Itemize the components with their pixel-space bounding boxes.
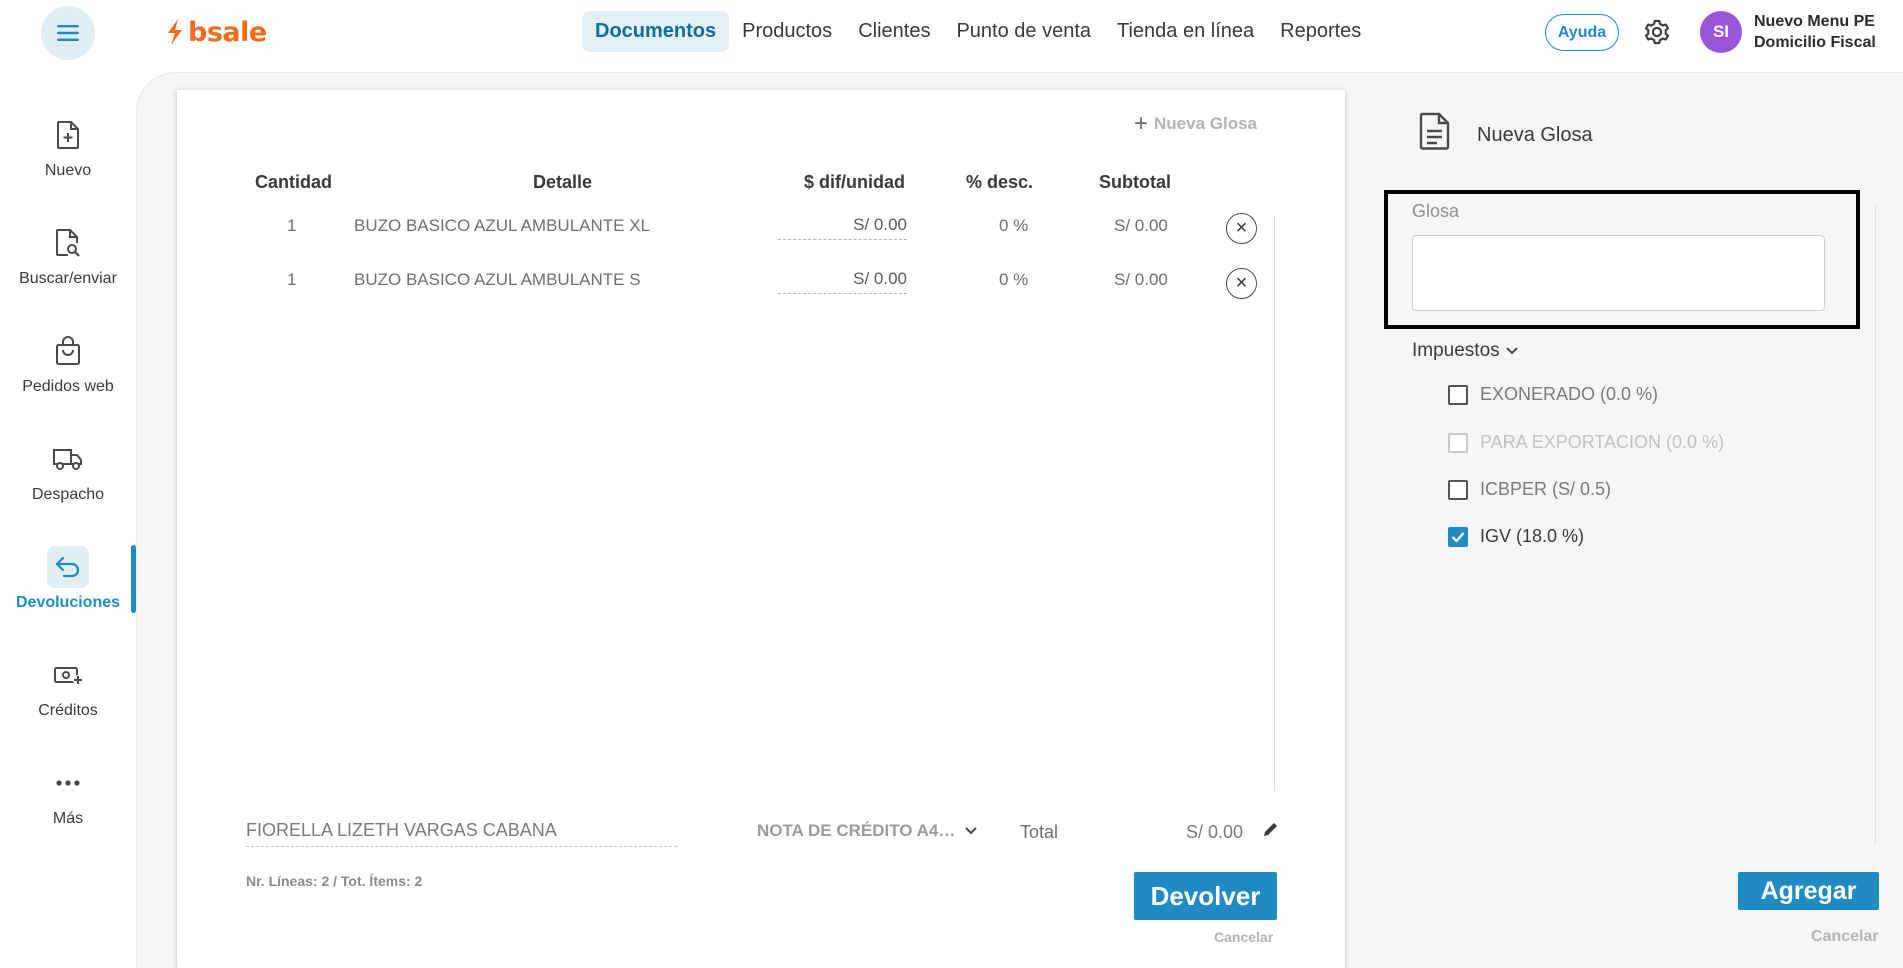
- truck-icon: [47, 438, 89, 480]
- checkbox[interactable]: [1448, 526, 1468, 547]
- unit-diff-input[interactable]: S/ 0.00: [778, 264, 907, 294]
- new-glosa-link[interactable]: + Nueva Glosa: [1134, 112, 1257, 136]
- col-header-detalle: Detalle: [533, 172, 593, 192]
- tax-label: EXONERADO (0.0 %): [1480, 384, 1659, 404]
- nav-clientes[interactable]: Clientes: [845, 11, 943, 52]
- tax-label: IGV (18.0 %): [1480, 526, 1585, 546]
- plus-icon: +: [1134, 110, 1149, 137]
- sidebar-item-label: Buscar/enviar: [19, 270, 117, 287]
- sidebar-item-devoluciones[interactable]: Devoluciones: [0, 546, 136, 636]
- tax-option-para-exportacion: PARA EXPORTACION (0.0 %): [1448, 432, 1724, 453]
- devolver-button[interactable]: Devolver: [1134, 872, 1277, 920]
- sidebar-item-creditos[interactable]: Créditos: [0, 654, 136, 744]
- tax-label: PARA EXPORTACION (0.0 %): [1480, 432, 1725, 452]
- row-subtotal: S/ 0.00: [1114, 216, 1168, 235]
- client-input[interactable]: FIORELLA LIZETH VARGAS CABANA: [246, 820, 677, 847]
- agregar-button[interactable]: Agregar: [1738, 872, 1879, 910]
- bsale-logo[interactable]: bsale: [166, 14, 267, 50]
- file-plus-icon: [47, 114, 89, 156]
- document-type-select[interactable]: NOTA DE CRÉDITO A4…: [757, 821, 978, 841]
- sidebar-item-label: Más: [52, 810, 84, 827]
- row-detail: BUZO BASICO AZUL AMBULANTE S: [354, 270, 641, 289]
- new-glosa-label: Nueva Glosa: [1154, 114, 1258, 133]
- document-icon: [1419, 112, 1450, 150]
- top-bar: bsale Documentos Productos Clientes Punt…: [0, 0, 1903, 64]
- row-subtotal: S/ 0.00: [1114, 270, 1168, 289]
- money-plus-icon: [47, 654, 89, 696]
- close-icon: ×: [1235, 272, 1248, 294]
- cancel-panel-button[interactable]: Cancelar: [1811, 928, 1879, 946]
- sidebar-item-mas[interactable]: Más: [0, 762, 136, 852]
- hamburger-icon: [57, 25, 79, 41]
- sidebar-item-label: Pedidos web: [22, 378, 114, 395]
- checkbox: [1448, 432, 1468, 453]
- col-header-dif-unidad: $ dif/unidad: [804, 172, 905, 192]
- checkbox[interactable]: [1448, 384, 1468, 405]
- hamburger-menu-button[interactable]: [41, 6, 95, 60]
- row-qty: 1: [287, 216, 297, 235]
- col-header-cantidad: Cantidad: [255, 172, 333, 192]
- sidebar-item-nuevo[interactable]: Nuevo: [0, 114, 136, 204]
- sidebar-item-despacho[interactable]: Despacho: [0, 438, 136, 528]
- help-button[interactable]: Ayuda: [1545, 14, 1619, 51]
- nav-documentos[interactable]: Documentos: [582, 11, 730, 52]
- chevron-down-icon: [1506, 347, 1518, 355]
- panel-scrollbar[interactable]: [1875, 205, 1876, 845]
- glosa-textarea[interactable]: [1412, 235, 1825, 311]
- unit-diff-input[interactable]: S/ 0.00: [778, 210, 907, 240]
- tax-label: ICBPER (S/ 0.5): [1480, 479, 1612, 499]
- total-value: S/ 0.00: [1186, 822, 1244, 842]
- avatar[interactable]: SI: [1700, 11, 1742, 53]
- panel-title: Nueva Glosa: [1477, 124, 1593, 146]
- shopping-bag-icon: [47, 330, 89, 372]
- col-header-subtotal: Subtotal: [1099, 172, 1171, 192]
- glosa-label: Glosa: [1412, 201, 1460, 221]
- nav-tienda-en-linea[interactable]: Tienda en línea: [1104, 11, 1267, 52]
- chevron-down-icon: [965, 827, 978, 835]
- active-indicator: [131, 545, 136, 613]
- company-info[interactable]: Nuevo Menu PE Domicilio Fiscal: [1754, 11, 1876, 53]
- sidebar-item-pedidos-web[interactable]: Pedidos web: [0, 330, 136, 420]
- company-name: Nuevo Menu PE: [1754, 13, 1875, 30]
- total-label: Total: [1020, 822, 1059, 842]
- col-header-desc: % desc.: [966, 172, 1034, 192]
- sidebar-item-label: Devoluciones: [15, 594, 121, 611]
- nav-punto-de-venta[interactable]: Punto de venta: [943, 11, 1104, 52]
- check-icon: [1451, 531, 1465, 543]
- cancel-document-button[interactable]: Cancelar: [1214, 929, 1273, 945]
- file-search-icon: [47, 222, 89, 264]
- main-nav: Documentos Productos Clientes Punto de v…: [582, 11, 1374, 52]
- row-discount: 0 %: [999, 216, 1029, 235]
- remove-row-button[interactable]: ×: [1226, 268, 1257, 299]
- tax-option-icbper[interactable]: ICBPER (S/ 0.5): [1448, 479, 1611, 500]
- table-scrollbar[interactable]: [1274, 215, 1275, 791]
- return-arrow-icon: [47, 546, 89, 588]
- sidebar-item-buscar-enviar[interactable]: Buscar/enviar: [0, 222, 136, 312]
- document-type-value: NOTA DE CRÉDITO A4…: [757, 821, 956, 840]
- tax-option-igv[interactable]: IGV (18.0 %): [1448, 526, 1584, 547]
- logo-text: bsale: [188, 16, 267, 48]
- line-item-counts: Nr. Líneas: 2 / Tot. Ítems: 2: [246, 873, 423, 889]
- nav-reportes[interactable]: Reportes: [1267, 11, 1374, 52]
- close-icon: ×: [1235, 217, 1248, 239]
- tax-option-exonerado[interactable]: EXONERADO (0.0 %): [1448, 384, 1658, 405]
- row-qty: 1: [287, 270, 297, 289]
- pencil-icon[interactable]: [1262, 820, 1280, 838]
- nav-productos[interactable]: Productos: [729, 11, 845, 52]
- remove-row-button[interactable]: ×: [1226, 213, 1257, 244]
- bolt-icon: [168, 19, 182, 45]
- sidebar-item-label: Despacho: [31, 486, 105, 503]
- row-detail: BUZO BASICO AZUL AMBULANTE XL: [354, 216, 651, 235]
- sidebar-item-label: Créditos: [38, 702, 98, 719]
- taxes-toggle[interactable]: Impuestos: [1412, 340, 1518, 362]
- company-branch: Domicilio Fiscal: [1754, 34, 1876, 51]
- sidebar-item-label: Nuevo: [44, 162, 92, 179]
- checkbox[interactable]: [1448, 479, 1468, 500]
- taxes-label: Impuestos: [1412, 340, 1500, 361]
- row-discount: 0 %: [999, 270, 1029, 289]
- more-dots-icon: [47, 762, 89, 804]
- gear-icon[interactable]: [1643, 18, 1671, 46]
